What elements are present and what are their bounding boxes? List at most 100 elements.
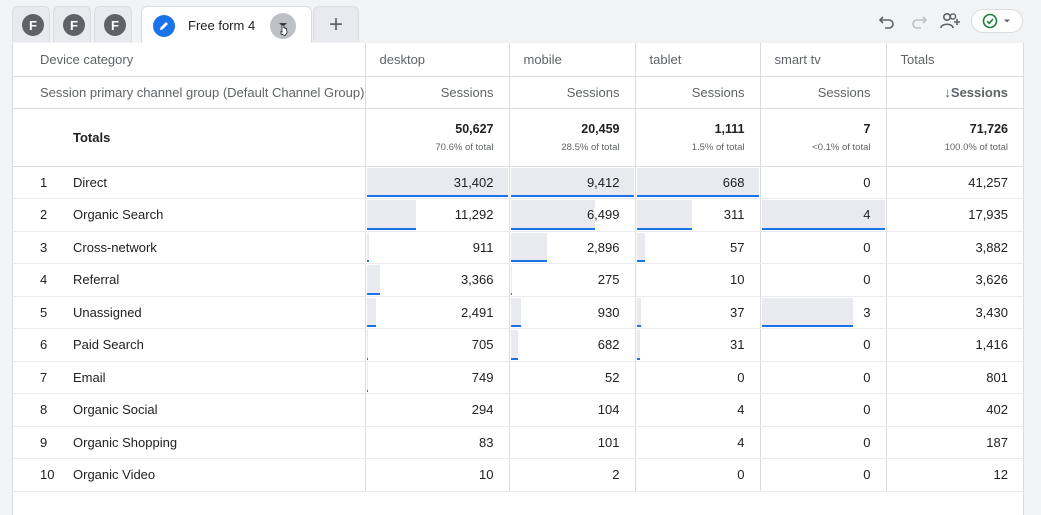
metric-header-sorted[interactable]: ↓Sessions	[885, 76, 1023, 109]
row-dimension-cell: 10 Organic Video	[13, 458, 365, 492]
cell-bar	[510, 297, 521, 327]
metric-header[interactable]: Sessions	[508, 76, 635, 109]
row-dimension-cell: 1 Direct	[13, 166, 365, 199]
share-user-icon[interactable]	[939, 9, 963, 33]
metric-value: 41,257	[968, 174, 1008, 190]
row-dimension-cell: 8 Organic Social	[13, 393, 365, 427]
row-channel-name: Organic Search	[73, 207, 164, 223]
table-row[interactable]: 8 Organic Social 294 104 4 0 402	[13, 393, 1023, 427]
table-row[interactable]: 7 Email 749 52 0 0 801	[13, 361, 1023, 394]
total-pct: 28.5% of total	[561, 141, 620, 153]
cell-bar	[366, 362, 368, 392]
metric-value: 10	[730, 272, 745, 288]
table-row[interactable]: 6 Paid Search 705 682 31 0 1,416	[13, 328, 1023, 362]
cell-bar	[510, 265, 513, 295]
row-channel-name: Unassigned	[73, 304, 142, 320]
metric-cell: 101	[508, 426, 635, 459]
metric-cell: 31	[634, 328, 760, 362]
table-row[interactable]: 9 Organic Shopping 83 101 4 0 187	[13, 426, 1023, 459]
metric-cell: 930	[508, 296, 635, 329]
cell-bar	[761, 297, 854, 327]
redo-icon[interactable]	[907, 9, 931, 33]
metric-cell: 2,491	[364, 296, 509, 329]
tab-collapsed-3[interactable]: F	[94, 6, 132, 42]
metric-cell: 104	[508, 393, 635, 427]
total-value: 1,111	[714, 121, 745, 136]
metric-value: 4	[863, 207, 871, 223]
metric-value: 2	[612, 467, 620, 483]
metric-cell: 0	[759, 263, 886, 297]
metric-value: 10	[479, 467, 494, 483]
table-row[interactable]: 2 Organic Search 11,292 6,499 311 4 17,935	[13, 198, 1023, 232]
tab-avatar-letter: F	[22, 14, 44, 36]
row-rank: 2	[40, 207, 48, 223]
table-row[interactable]: 4 Referral 3,366 275 10 0 3,626	[13, 263, 1023, 297]
metric-cell: 705	[364, 328, 509, 362]
tab-active[interactable]: Free form 4	[141, 6, 312, 44]
row-rank: 10	[40, 467, 55, 483]
table-row[interactable]: 3 Cross-network 911 2,896 57 0 3,882	[13, 231, 1023, 264]
metric-value: 12	[993, 467, 1008, 483]
metric-value: 0	[863, 434, 871, 450]
row-dimension-header[interactable]: Session primary channel group (Default C…	[13, 76, 365, 109]
table-row[interactable]: 5 Unassigned 2,491 930 37 3 3,430	[13, 296, 1023, 329]
metric-value: 187	[986, 434, 1008, 450]
metric-value: 0	[863, 239, 871, 255]
row-channel-name: Paid Search	[73, 337, 144, 353]
table-row[interactable]: 10 Organic Video 10 2 0 0 12	[13, 458, 1023, 492]
sort-arrow-icon: ↓	[944, 84, 951, 100]
col-header-desktop[interactable]: desktop	[364, 43, 509, 77]
metric-cell: 6,499	[508, 198, 635, 232]
tab-collapsed-2[interactable]: F	[53, 6, 91, 42]
metric-cell: 294	[364, 393, 509, 427]
total-pct: 1.5% of total	[691, 141, 745, 153]
cell-bar	[636, 330, 641, 360]
undo-icon[interactable]	[875, 9, 899, 33]
metric-value: 104	[597, 402, 620, 418]
metric-cell: 52	[508, 361, 635, 394]
metric-cell: 10	[364, 458, 509, 492]
metric-value: 2,896	[586, 239, 620, 255]
col-header-smart-tv[interactable]: smart tv	[759, 43, 886, 77]
metric-value: 3,430	[975, 304, 1008, 320]
col-header-tablet[interactable]: tablet	[634, 43, 760, 77]
metric-cell: 0	[759, 458, 886, 492]
metric-header[interactable]: Sessions	[759, 76, 886, 109]
metric-value: 57	[730, 239, 745, 255]
table-row[interactable]: 1 Direct 31,402 9,412 668 0 41,257	[13, 166, 1023, 199]
metric-value: 17,935	[968, 207, 1008, 223]
metric-cell: 402	[885, 393, 1023, 427]
metric-value: 6,499	[586, 207, 620, 223]
metric-cell: 0	[759, 166, 886, 199]
column-dimension-header[interactable]: Device category	[13, 43, 365, 77]
row-rank: 7	[40, 369, 48, 385]
metric-cell: 10	[634, 263, 760, 297]
sorted-metric-label: Sessions	[950, 84, 1008, 100]
metric-cell: 0	[634, 458, 760, 492]
col-header-totals[interactable]: Totals	[885, 43, 1023, 77]
metric-cell: 12	[885, 458, 1023, 492]
cell-bar	[636, 232, 646, 262]
metric-value: 83	[479, 434, 494, 450]
add-tab-button[interactable]: +	[313, 6, 359, 42]
col-header-mobile[interactable]: mobile	[508, 43, 635, 77]
save-status-dropdown[interactable]	[971, 9, 1023, 33]
metric-value: 402	[986, 402, 1008, 418]
row-rank: 8	[40, 402, 48, 418]
tab-collapsed-1[interactable]: F	[12, 6, 50, 42]
row-dimension-cell: 4 Referral	[13, 263, 365, 297]
metric-value: 0	[863, 369, 871, 385]
cell-bar	[366, 265, 380, 295]
tab-avatar-letter: F	[104, 14, 126, 36]
metric-cell: 83	[364, 426, 509, 459]
dropdown-arrow-icon	[279, 23, 288, 36]
row-rank: 4	[40, 272, 48, 288]
metric-cell: 0	[759, 361, 886, 394]
total-cell: 71,726 100.0% of total	[885, 108, 1023, 167]
metric-header[interactable]: Sessions	[364, 76, 509, 109]
tab-menu-button[interactable]	[270, 13, 296, 39]
metric-cell: 2,896	[508, 231, 635, 264]
totals-row: Totals 50,627 70.6% of total 20,459 28.5% …	[13, 108, 1023, 167]
metric-header[interactable]: Sessions	[634, 76, 760, 109]
metric-cell: 4	[759, 198, 886, 232]
